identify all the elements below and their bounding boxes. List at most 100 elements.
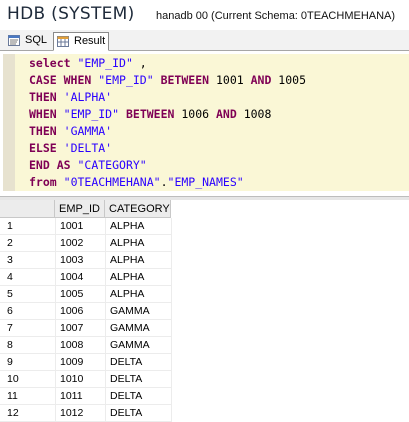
code-token: "EMP_ID" xyxy=(98,73,154,87)
code-token: AND xyxy=(215,107,237,121)
category-cell: DELTA xyxy=(110,407,143,419)
code-token: from xyxy=(29,175,57,189)
code-line: THEN 'ALPHA' xyxy=(29,89,112,106)
code-token: WHEN xyxy=(29,107,57,121)
table-row[interactable]: 5 1005 ALPHA xyxy=(0,286,171,303)
category-cell: DELTA xyxy=(110,356,143,368)
header-filler xyxy=(171,200,409,218)
sql-icon xyxy=(8,35,20,46)
tab-result-label: Result xyxy=(74,35,106,47)
row-number-cell: 10 xyxy=(7,373,19,385)
row-number-cell: 6 xyxy=(7,305,13,317)
table-row[interactable]: 4 1004 ALPHA xyxy=(0,269,171,286)
table-row[interactable]: 3 1003 ALPHA xyxy=(0,252,171,269)
code-token: 1005 xyxy=(271,73,306,87)
code-line: ELSE 'DELTA' xyxy=(29,140,112,157)
code-token: BETWEEN xyxy=(160,73,210,87)
code-token: "EMP_ID" xyxy=(63,107,120,121)
editor-gutter xyxy=(3,54,15,191)
table-row[interactable]: 10 1010 DELTA xyxy=(0,371,171,388)
emp-id-cell: 1003 xyxy=(60,254,84,266)
column-header-category[interactable]: CATEGORY xyxy=(105,200,171,218)
connection-title: HDB (SYSTEM) xyxy=(7,4,135,24)
column-divider xyxy=(55,218,56,422)
code-line: WHEN "EMP_ID" BETWEEN 1006 AND 1008 xyxy=(29,106,271,123)
editor-tabbar: SQL Result xyxy=(0,30,409,51)
emp-id-cell: 1007 xyxy=(60,322,84,334)
emp-id-cell: 1010 xyxy=(60,373,84,385)
code-token: END AS xyxy=(29,158,71,172)
code-token: ELSE xyxy=(29,141,57,155)
category-cell: ALPHA xyxy=(110,271,145,283)
table-row[interactable]: 11 1011 DELTA xyxy=(0,388,171,405)
tab-sql-label: SQL xyxy=(25,34,48,46)
category-cell: ALPHA xyxy=(110,288,145,300)
table-row[interactable]: 8 1008 GAMMA xyxy=(0,337,171,354)
code-token: "EMP_NAMES" xyxy=(167,175,244,189)
code-token: "CATEGORY" xyxy=(77,158,147,172)
window-titlebar: HDB (SYSTEM) hanadb 00 (Current Schema: … xyxy=(0,0,409,30)
row-number-cell: 11 xyxy=(7,390,18,402)
row-number-cell: 3 xyxy=(7,254,13,266)
table-row[interactable]: 2 1002 ALPHA xyxy=(0,235,171,252)
row-number-cell: 9 xyxy=(7,356,13,368)
connection-subtitle: hanadb 00 (Current Schema: 0TEACHMEHANA) xyxy=(156,10,396,22)
code-token: . xyxy=(160,175,168,189)
code-token: 'GAMMA' xyxy=(63,124,113,138)
emp-id-cell: 1011 xyxy=(60,390,83,402)
result-grid-icon xyxy=(57,36,69,47)
tab-result[interactable]: Result xyxy=(53,32,109,51)
code-line: CASE WHEN "EMP_ID" BETWEEN 1001 AND 1005 xyxy=(29,72,306,89)
column-header-rownum[interactable] xyxy=(0,200,55,218)
category-cell: ALPHA xyxy=(110,254,145,266)
code-line: from "0TEACHMEHANA"."EMP_NAMES" xyxy=(29,174,244,191)
table-row[interactable]: 12 1012 DELTA xyxy=(0,405,171,422)
table-row[interactable]: 9 1009 DELTA xyxy=(0,354,171,371)
sql-editor[interactable]: select "EMP_ID" , CASE WHEN "EMP_ID" BETW… xyxy=(0,51,409,195)
row-number-cell: 2 xyxy=(7,237,13,249)
emp-id-cell: 1009 xyxy=(60,356,84,368)
code-token: "EMP_ID" xyxy=(77,56,133,70)
emp-id-cell: 1004 xyxy=(60,271,84,283)
category-cell: GAMMA xyxy=(110,339,150,351)
code-token: BETWEEN xyxy=(125,107,175,121)
category-cell: DELTA xyxy=(110,373,143,385)
column-header-emp-id[interactable]: EMP_ID xyxy=(55,200,105,218)
row-number-cell: 12 xyxy=(7,407,19,419)
row-number-cell: 5 xyxy=(7,288,13,300)
code-token: 1006 xyxy=(174,107,216,121)
row-number-cell: 7 xyxy=(7,322,13,334)
table-row[interactable]: 7 1007 GAMMA xyxy=(0,320,171,337)
code-line: THEN 'GAMMA' xyxy=(29,123,112,140)
emp-id-cell: 1002 xyxy=(60,237,84,249)
emp-id-cell: 1006 xyxy=(60,305,84,317)
category-cell: ALPHA xyxy=(110,237,145,249)
emp-id-cell: 1005 xyxy=(60,288,84,300)
tab-sql[interactable]: SQL xyxy=(5,32,49,50)
code-token: , xyxy=(132,56,147,70)
table-row[interactable]: 1 1001 ALPHA xyxy=(0,218,171,235)
category-cell: GAMMA xyxy=(110,305,150,317)
category-cell: DELTA xyxy=(110,390,143,402)
code-token: THEN xyxy=(29,124,57,138)
table-row[interactable]: 6 1006 GAMMA xyxy=(0,303,171,320)
emp-id-cell: 1008 xyxy=(60,339,84,351)
code-token: "0TEACHMEHANA" xyxy=(63,175,161,189)
column-divider xyxy=(171,218,172,422)
code-line: END AS "CATEGORY" xyxy=(29,157,147,174)
code-token: 1008 xyxy=(236,107,272,121)
code-token: 1001 xyxy=(209,73,251,87)
code-token: AND xyxy=(250,73,272,87)
column-divider xyxy=(105,218,106,422)
row-number-cell: 8 xyxy=(7,339,13,351)
row-number-cell: 4 xyxy=(7,271,13,283)
category-cell: ALPHA xyxy=(110,220,145,232)
sql-code-area[interactable]: select "EMP_ID" , CASE WHEN "EMP_ID" BETW… xyxy=(15,54,409,191)
result-grid[interactable]: EMP_ID CATEGORY 1 1001 ALPHA 2 1002 ALPHA 3 100… xyxy=(0,200,409,422)
